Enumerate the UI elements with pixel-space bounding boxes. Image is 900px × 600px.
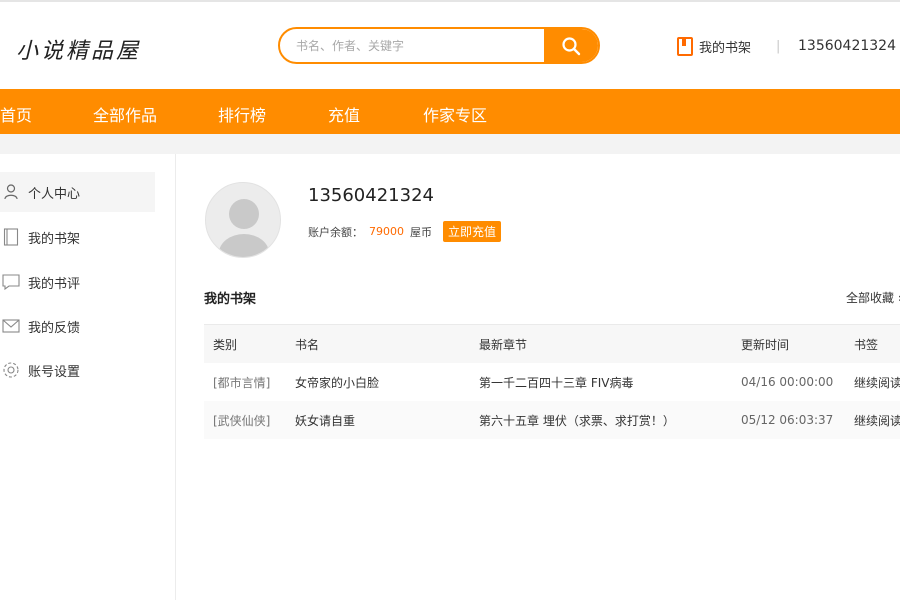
table-row: [都市言情] 女帝家的小白脸 第一千二百四十三章 FIV病毒 04/16 00:… [204, 363, 900, 401]
site-logo[interactable]: 小说精品屋 [16, 33, 141, 65]
user-icon [2, 183, 20, 201]
sidebar-item-user-center[interactable]: 个人中心 [0, 172, 155, 212]
balance-label: 账户余额： [308, 225, 363, 239]
book-category[interactable]: [都市言情] [213, 363, 270, 401]
user-account-link[interactable]: 13560421324 [798, 38, 896, 54]
nav-author-zone[interactable]: 作家专区 [423, 102, 487, 126]
update-time: 05/12 06:03:37 [741, 413, 834, 427]
bookshelf-table: 类别 书名 最新章节 更新时间 书签 [都市言情] 女帝家的小白脸 第一千二百四… [204, 324, 900, 439]
sidebar: 个人中心 我的书架 我的书评 我的反馈 账号设置 [0, 154, 176, 600]
username: 13560421324 [308, 185, 434, 206]
update-time: 04/16 00:00:00 [741, 375, 834, 389]
bookshelf-label: 我的书架 [699, 41, 752, 56]
avatar-placeholder-icon [219, 199, 269, 257]
sidebar-item-bookshelf[interactable]: 我的书架 [0, 217, 155, 257]
column-header-book: 书名 [295, 337, 320, 352]
sidebar-item-account-settings[interactable]: 账号设置 [0, 350, 155, 390]
mail-icon [2, 317, 20, 335]
nav-recharge[interactable]: 充值 [328, 102, 360, 126]
table-header-row: 类别 书名 最新章节 更新时间 书签 [204, 324, 900, 363]
sidebar-item-label: 我的书评 [28, 276, 81, 292]
book-title-link[interactable]: 妖女请自重 [295, 401, 355, 439]
main-nav: 首页 全部作品 排行榜 充值 作家专区 [0, 89, 900, 134]
latest-chapter-link[interactable]: 第六十五章 埋伏（求票、求打赏！） [479, 401, 675, 439]
search-button[interactable] [544, 29, 598, 62]
search-icon [562, 36, 581, 55]
recharge-button[interactable]: 立即充值 [443, 221, 502, 242]
header-divider: | [776, 39, 781, 54]
continue-reading-link[interactable]: 继续阅读 [854, 363, 900, 401]
nav-rankings[interactable]: 排行榜 [218, 102, 266, 126]
gear-icon [2, 361, 20, 379]
account-balance: 账户余额： 79000 屋币 立即充值 [308, 221, 502, 242]
sidebar-item-label: 我的反馈 [28, 320, 81, 336]
nav-home[interactable]: 首页 [0, 102, 32, 126]
balance-amount: 79000 [369, 225, 404, 238]
sidebar-item-feedback[interactable]: 我的反馈 [0, 306, 155, 346]
avatar [205, 182, 281, 258]
column-header-latest-chapter: 最新章节 [479, 337, 528, 352]
sidebar-item-label: 我的书架 [28, 231, 81, 247]
search-box [278, 27, 600, 64]
site-header: 小说精品屋 我的书架 | 13560421324 [0, 2, 900, 89]
content-separator [0, 134, 900, 154]
column-header-updated: 更新时间 [741, 337, 790, 352]
column-header-bookmark: 书签 [854, 337, 879, 352]
nav-all-works[interactable]: 全部作品 [93, 102, 157, 126]
all-favorites-link[interactable]: 全部收藏 » [846, 289, 900, 306]
continue-reading-link[interactable]: 继续阅读 [854, 401, 900, 439]
sidebar-item-label: 账号设置 [28, 364, 81, 380]
comment-icon [2, 273, 20, 291]
book-title-link[interactable]: 女帝家的小白脸 [295, 363, 379, 401]
book-category[interactable]: [武侠仙侠] [213, 401, 270, 439]
sidebar-item-reviews[interactable]: 我的书评 [0, 262, 155, 302]
balance-unit: 屋币 [410, 225, 432, 239]
my-bookshelf-link[interactable]: 我的书架 [677, 37, 751, 56]
sidebar-item-label: 个人中心 [28, 186, 81, 202]
table-row: [武侠仙侠] 妖女请自重 第六十五章 埋伏（求票、求打赏！） 05/12 06:… [204, 401, 900, 439]
bookshelf-title: 我的书架 [204, 292, 257, 307]
latest-chapter-link[interactable]: 第一千二百四十三章 FIV病毒 [479, 363, 633, 401]
bookshelf-icon [677, 37, 693, 56]
search-input[interactable] [280, 29, 548, 62]
column-header-category: 类别 [213, 337, 238, 352]
book-icon [2, 228, 20, 246]
